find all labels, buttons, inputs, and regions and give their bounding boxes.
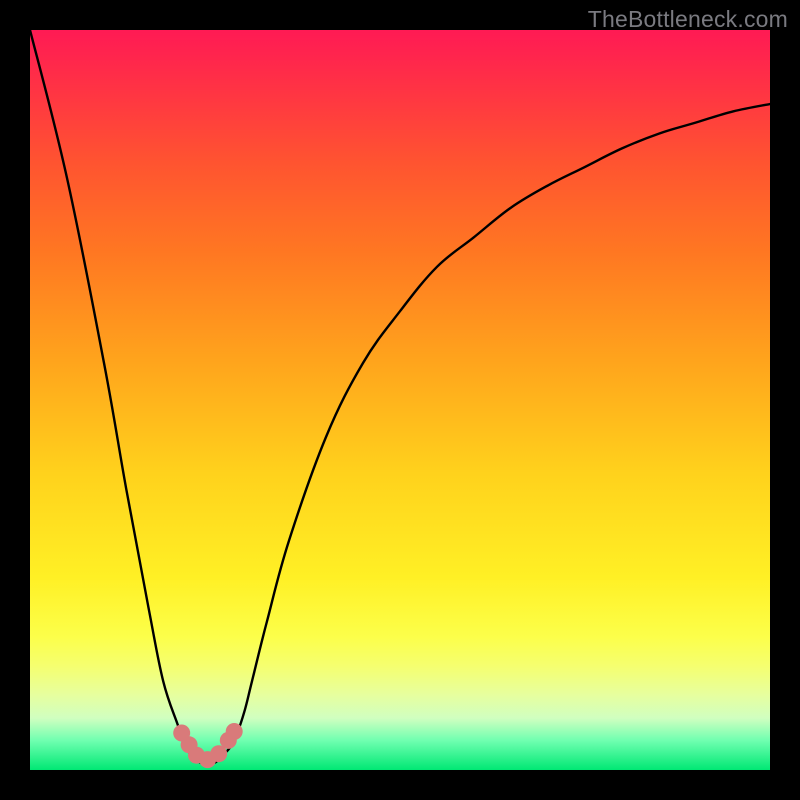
highlight-dots bbox=[173, 723, 243, 768]
highlight-dot bbox=[226, 723, 243, 740]
bottleneck-curve bbox=[30, 30, 770, 763]
plot-area bbox=[30, 30, 770, 770]
curve-layer bbox=[30, 30, 770, 770]
watermark-text: TheBottleneck.com bbox=[588, 6, 788, 33]
chart-frame: TheBottleneck.com bbox=[0, 0, 800, 800]
